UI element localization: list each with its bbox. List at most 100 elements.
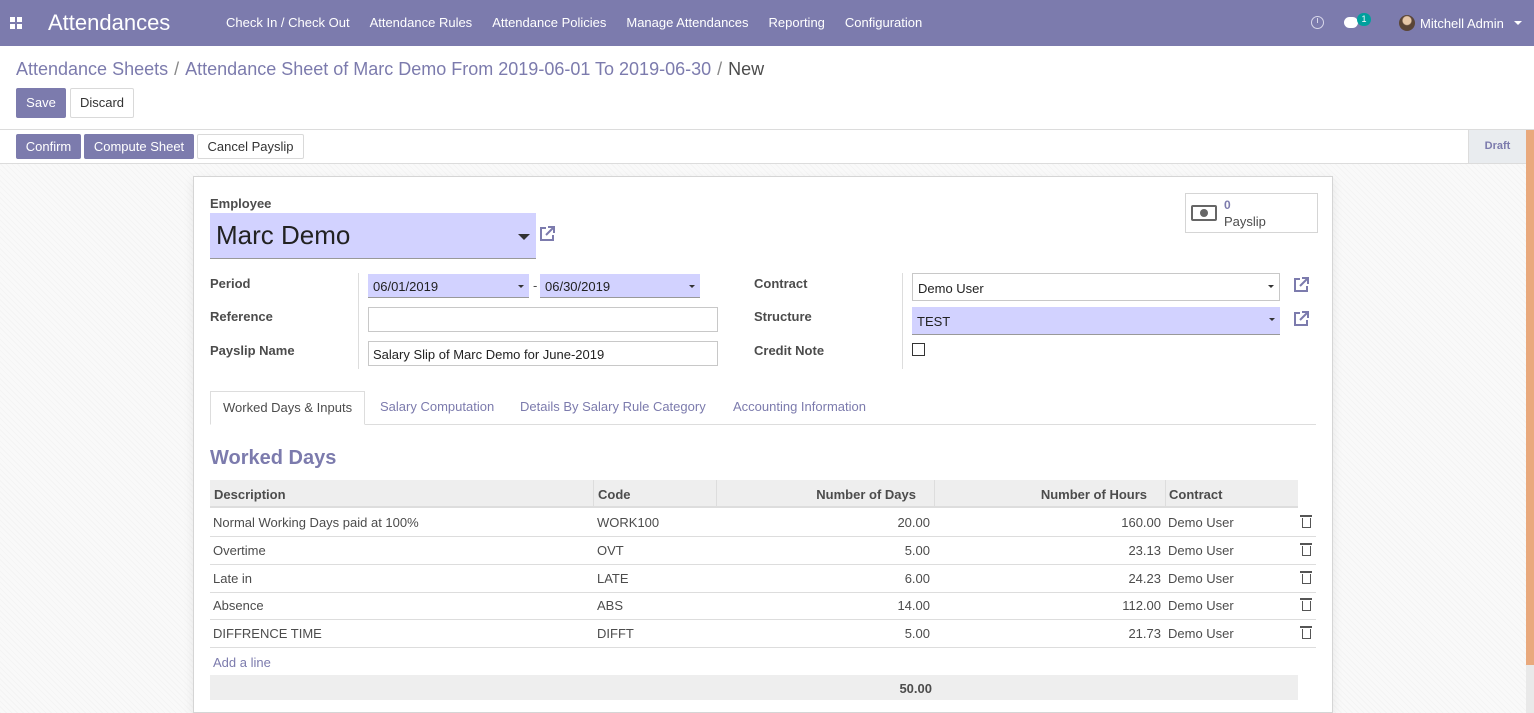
tab-salary-computation[interactable]: Salary Computation: [380, 391, 494, 425]
cell-code: OVT: [597, 543, 624, 558]
cell-hours: 160.00: [1121, 515, 1161, 530]
form-sheet: Employee Marc Demo 0 Payslip Period 06/0…: [193, 176, 1333, 713]
external-link-icon[interactable]: [538, 225, 556, 243]
table-row[interactable]: Normal Working Days paid at 100% WORK100…: [210, 509, 1316, 537]
payslip-name-label: Payslip Name: [210, 343, 295, 358]
add-a-line-link[interactable]: Add a line: [213, 655, 271, 670]
trash-icon[interactable]: [1300, 626, 1312, 639]
external-link-icon[interactable]: [1292, 276, 1310, 294]
structure-field[interactable]: TEST: [912, 307, 1280, 335]
contract-field[interactable]: Demo User: [912, 273, 1280, 301]
employee-field[interactable]: Marc Demo: [210, 213, 536, 259]
column-description[interactable]: Description: [214, 487, 286, 502]
contract-label: Contract: [754, 276, 808, 291]
status-draft[interactable]: Draft: [1468, 130, 1526, 163]
cell-code: DIFFT: [597, 626, 634, 641]
cell-description: Overtime: [213, 543, 266, 558]
trash-icon[interactable]: [1300, 515, 1312, 528]
chevron-down-icon: [1268, 285, 1274, 288]
employee-value: Marc Demo: [216, 220, 351, 250]
trash-icon[interactable]: [1300, 571, 1312, 584]
employee-label: Employee: [210, 196, 272, 211]
cell-contract: Demo User: [1168, 543, 1234, 558]
app-title: Attendances: [48, 10, 171, 35]
discard-button[interactable]: Discard: [70, 88, 134, 118]
user-menu-caret-icon[interactable]: [1514, 21, 1522, 25]
total-days: 50.00: [899, 681, 932, 696]
payslip-smart-button[interactable]: 0 Payslip: [1185, 193, 1318, 233]
table-row[interactable]: DIFFRENCE TIME DIFFT 5.00 21.73 Demo Use…: [210, 620, 1316, 648]
tab-accounting-information[interactable]: Accounting Information: [733, 391, 866, 425]
cell-hours: 112.00: [1122, 598, 1161, 613]
breadcrumb-current: New: [728, 59, 765, 79]
column-separator: [934, 480, 935, 508]
contract-value: Demo User: [918, 281, 984, 296]
trash-icon[interactable]: [1300, 598, 1312, 611]
cell-code: LATE: [597, 571, 629, 586]
structure-value: TEST: [917, 314, 951, 329]
column-code[interactable]: Code: [598, 487, 631, 502]
cell-contract: Demo User: [1168, 598, 1234, 613]
worked-days-table-footer: 50.00: [210, 675, 1298, 700]
menu-configuration[interactable]: Configuration: [835, 15, 932, 30]
reference-label: Reference: [210, 309, 273, 324]
cell-days: 5.00: [904, 543, 930, 558]
column-number-of-hours[interactable]: Number of Hours: [1041, 487, 1147, 502]
tab-worked-days-inputs[interactable]: Worked Days & Inputs: [210, 391, 366, 425]
period-to-field[interactable]: 06/30/2019: [540, 274, 700, 298]
tab-details-by-salary-rule-category[interactable]: Details By Salary Rule Category: [520, 391, 706, 425]
payslip-label: Payslip: [1224, 214, 1266, 229]
column-separator: [593, 480, 594, 508]
messages-icon[interactable]: [1344, 17, 1358, 28]
scrollbar[interactable]: [1526, 130, 1534, 713]
payslip-name-value: Salary Slip of Marc Demo for June-2019: [373, 347, 605, 362]
cancel-payslip-button[interactable]: Cancel Payslip: [197, 134, 304, 159]
activity-clock-icon[interactable]: [1311, 16, 1324, 29]
cell-description: DIFFRENCE TIME: [213, 626, 322, 641]
worked-days-table-header: Description Code Number of Days Number o…: [210, 480, 1298, 508]
table-row[interactable]: Overtime OVT 5.00 23.13 Demo User: [210, 537, 1316, 565]
cell-contract: Demo User: [1168, 515, 1234, 530]
cell-description: Late in: [213, 571, 253, 586]
menu-reporting[interactable]: Reporting: [759, 15, 835, 30]
credit-note-checkbox[interactable]: [912, 343, 925, 356]
user-menu-name[interactable]: Mitchell Admin: [1420, 16, 1504, 31]
column-number-of-days[interactable]: Number of Days: [816, 487, 916, 502]
confirm-button[interactable]: Confirm: [16, 134, 81, 159]
menu-check-in-out[interactable]: Check In / Check Out: [216, 15, 360, 30]
chevron-down-icon: [689, 285, 695, 288]
trash-icon[interactable]: [1300, 543, 1312, 556]
apps-grid-icon[interactable]: [10, 17, 22, 29]
cell-description: Absence: [213, 598, 264, 613]
breadcrumb: Attendance Sheets / Attendance Sheet of Ma…: [16, 59, 764, 80]
column-contract[interactable]: Contract: [1169, 487, 1222, 502]
field-separator: [358, 273, 359, 369]
cell-days: 5.00: [904, 626, 930, 641]
period-separator: -: [533, 278, 538, 293]
table-row[interactable]: Late in LATE 6.00 24.23 Demo User: [210, 565, 1316, 593]
save-button[interactable]: Save: [16, 88, 66, 118]
period-from-value: 06/01/2019: [373, 279, 439, 294]
chevron-down-icon: [1269, 318, 1275, 321]
menu-attendance-policies[interactable]: Attendance Policies: [482, 15, 616, 30]
cell-hours: 21.73: [1128, 626, 1161, 641]
chevron-down-icon[interactable]: [518, 234, 530, 240]
worked-days-title: Worked Days: [210, 447, 337, 469]
breadcrumb-sheet[interactable]: Attendance Sheet of Marc Demo From 2019-…: [185, 59, 711, 79]
control-panel-divider: [0, 129, 1534, 130]
menu-manage-attendances[interactable]: Manage Attendances: [616, 15, 758, 30]
cell-contract: Demo User: [1168, 626, 1234, 641]
user-avatar[interactable]: [1399, 15, 1415, 31]
messages-badge: 1: [1357, 13, 1371, 26]
menu-attendance-rules[interactable]: Attendance Rules: [360, 15, 483, 30]
table-row[interactable]: Absence ABS 14.00 112.00 Demo User: [210, 592, 1316, 620]
field-separator: [902, 273, 903, 369]
compute-sheet-button[interactable]: Compute Sheet: [84, 134, 194, 159]
scrollbar-thumb[interactable]: [1526, 130, 1534, 665]
breadcrumb-attendance-sheets[interactable]: Attendance Sheets: [16, 59, 168, 79]
period-from-field[interactable]: 06/01/2019: [368, 274, 529, 298]
payslip-name-input[interactable]: Salary Slip of Marc Demo for June-2019: [368, 341, 718, 366]
structure-label: Structure: [754, 309, 812, 324]
reference-input[interactable]: [368, 307, 718, 332]
external-link-icon[interactable]: [1292, 310, 1310, 328]
